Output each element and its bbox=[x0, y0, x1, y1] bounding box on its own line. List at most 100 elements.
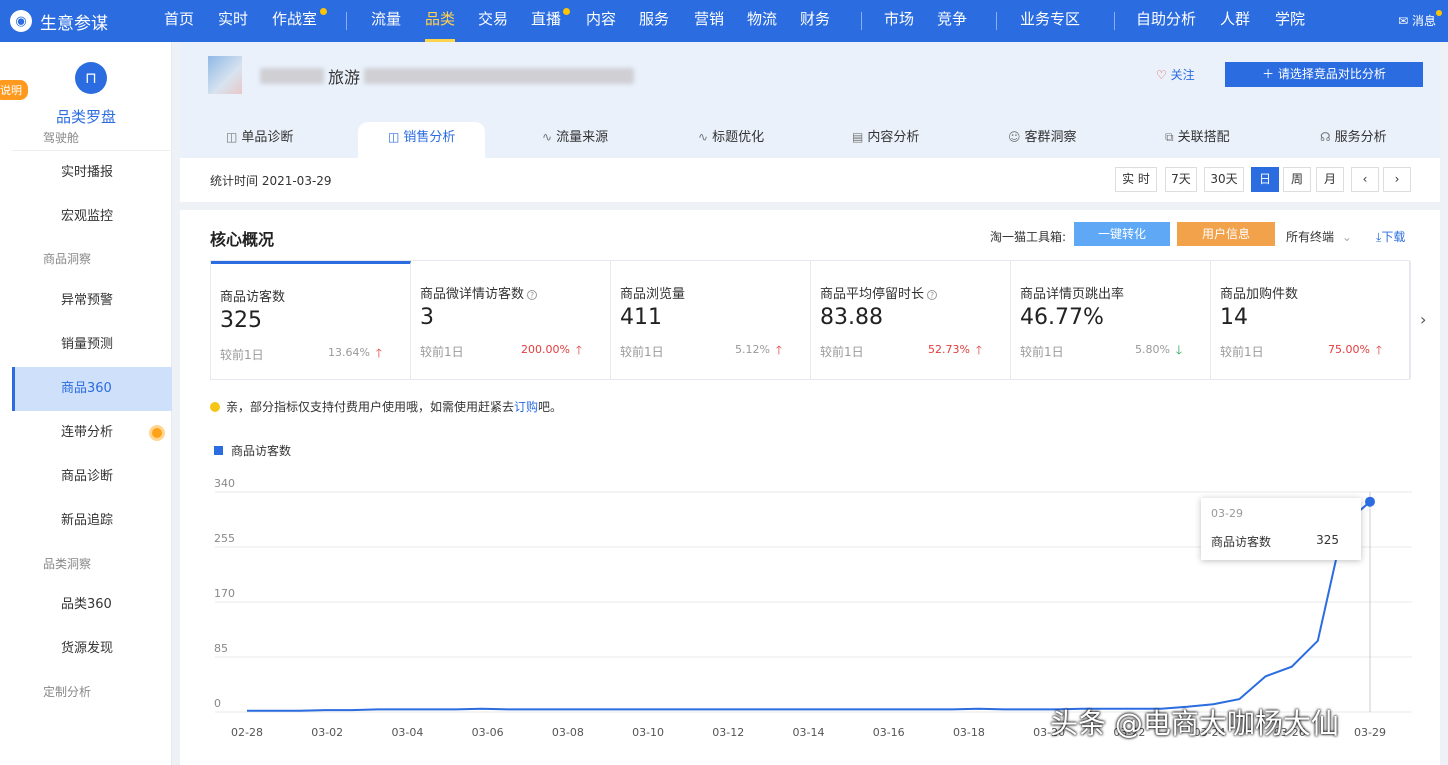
product-thumbnail[interactable] bbox=[208, 56, 242, 94]
arrow-up-icon: 🡑 bbox=[1375, 343, 1382, 357]
nav-item-15[interactable]: 自助分析 bbox=[1136, 0, 1196, 42]
tab-3[interactable]: ∿ 标题优化 bbox=[698, 122, 764, 158]
tab-1[interactable]: ◫ 销售分析 bbox=[358, 122, 486, 158]
watermark: 头条 @电商大咖杨大仙 bbox=[1050, 707, 1339, 740]
sidebar-item[interactable]: 品类360 bbox=[12, 583, 172, 627]
y-tick-label: 0 bbox=[214, 697, 221, 710]
nav-item-16[interactable]: 人群 bbox=[1220, 0, 1250, 42]
metric-change: 5.80% bbox=[1135, 343, 1170, 356]
sidebar-item-label: 新品追踪 bbox=[61, 513, 114, 528]
sidebar-item[interactable]: 商品诊断 bbox=[12, 455, 172, 499]
app-logo[interactable]: ◉ 生意参谋 bbox=[10, 0, 108, 42]
nav-item-3[interactable]: 流量 bbox=[371, 0, 401, 42]
sidebar-item-label: 品类360 bbox=[61, 597, 112, 612]
time-button[interactable]: 月 bbox=[1316, 167, 1344, 192]
info-icon bbox=[210, 401, 220, 412]
sidebar-item[interactable]: 货源发现 bbox=[12, 627, 172, 671]
download-link[interactable]: ⤓下载 bbox=[1376, 228, 1405, 245]
sidebar-item[interactable]: 异常预警 bbox=[12, 279, 172, 323]
sidebar-item[interactable]: 新品追踪 bbox=[12, 499, 172, 543]
terminal-select[interactable]: 所有终端 ⌄ bbox=[1286, 228, 1352, 245]
nav-dot bbox=[320, 8, 327, 15]
question-icon[interactable]: ? bbox=[927, 290, 938, 300]
metric-card[interactable]: 商品微详情访客数? 3 较前1日 200.00% 🡑 bbox=[411, 261, 611, 379]
metric-card[interactable]: 商品访客数 325 较前1日 13.64% 🡑 bbox=[211, 261, 411, 379]
time-button[interactable]: ‹ bbox=[1351, 167, 1379, 192]
nav-item-1[interactable]: 实时 bbox=[218, 0, 248, 42]
nav-item-13[interactable]: 竞争 bbox=[937, 0, 967, 42]
metric-value: 411 bbox=[620, 305, 662, 330]
message-label: 消息 bbox=[1411, 14, 1436, 28]
nav-item-6[interactable]: 直播 bbox=[531, 0, 561, 42]
subscribe-link[interactable]: 订购 bbox=[514, 398, 538, 415]
main-content: 旅游 ♡ 关注 ＋ 请选择竞品对比分析 ◫ 单品诊断 ◫ 销售分析 ∿ 流量来源 ∿ 标题优化… bbox=[172, 42, 1448, 765]
tab-6[interactable]: ⧉ 关联搭配 bbox=[1165, 122, 1230, 158]
notice-text: 亲，部分指标仅支持付费用户使用哦，如需使用赶紧去 bbox=[226, 400, 515, 414]
sidebar-category: 驾驶舱 bbox=[43, 131, 80, 145]
compare-button[interactable]: ＋ 请选择竞品对比分析 bbox=[1225, 62, 1423, 87]
follow-button[interactable]: ♡ 关注 bbox=[1156, 66, 1195, 83]
sidebar-item-label: 商品诊断 bbox=[61, 469, 114, 484]
x-tick-label: 03-10 bbox=[632, 726, 664, 739]
message-dot bbox=[1436, 10, 1442, 16]
nav-item-12[interactable]: 市场 bbox=[884, 0, 914, 42]
tab-4[interactable]: ▤ 内容分析 bbox=[852, 122, 919, 158]
metric-card[interactable]: 商品平均停留时长? 83.88 较前1日 52.73% 🡑 bbox=[811, 261, 1011, 379]
tab-5[interactable]: ☺ 客群洞察 bbox=[1008, 122, 1077, 158]
message-button[interactable]: ✉ 消息 bbox=[1398, 10, 1442, 29]
sidebar-item[interactable]: 宏观监控 bbox=[12, 195, 172, 239]
nav-item-5[interactable]: 交易 bbox=[478, 0, 508, 42]
metric-card[interactable]: 商品详情页跳出率 46.77% 较前1日 5.80% 🡓 bbox=[1011, 261, 1211, 379]
sidebar-item[interactable]: 销量预测 bbox=[12, 323, 172, 367]
data-point[interactable] bbox=[1365, 496, 1375, 507]
tab-7[interactable]: ☊ 服务分析 bbox=[1320, 122, 1387, 158]
nav-item-2[interactable]: 作战室 bbox=[272, 0, 317, 42]
y-tick-label: 170 bbox=[214, 587, 235, 600]
x-tick-label: 03-29 bbox=[1354, 726, 1386, 739]
time-button[interactable]: 30天 bbox=[1204, 167, 1244, 192]
metric-card[interactable]: 商品加购件数 14 较前1日 75.00% 🡑 bbox=[1211, 261, 1411, 379]
time-button[interactable]: › bbox=[1383, 167, 1411, 192]
nav-item-9[interactable]: 营销 bbox=[694, 0, 724, 42]
tab-icon: ◫ bbox=[388, 130, 400, 144]
stats-time-row: 统计时间 2021-03-29 实 时 7天 30天日周月 ‹ › bbox=[180, 158, 1440, 202]
arrow-up-icon: 🡑 bbox=[975, 343, 982, 357]
bag-icon: ⊓ bbox=[75, 62, 107, 94]
stat-time: 统计时间 2021-03-29 bbox=[210, 174, 332, 188]
chart-legend[interactable]: 商品访客数 bbox=[214, 442, 291, 459]
metric-compare-label: 较前1日 bbox=[620, 345, 664, 359]
follow-label: 关注 bbox=[1170, 68, 1195, 82]
sidebar-item[interactable]: 连带分析 bbox=[12, 411, 172, 455]
arrow-up-icon: 🡑 bbox=[775, 343, 782, 357]
compare-label: 请选择竞品对比分析 bbox=[1277, 67, 1386, 81]
nav-item-10[interactable]: 物流 bbox=[747, 0, 777, 42]
chevron-right-icon[interactable]: › bbox=[1420, 310, 1426, 329]
nav-item-11[interactable]: 财务 bbox=[800, 0, 830, 42]
time-button[interactable]: 周 bbox=[1283, 167, 1311, 192]
question-icon[interactable]: ? bbox=[527, 290, 538, 300]
sidebar-item[interactable]: 商品360 bbox=[12, 367, 172, 411]
y-tick-label: 340 bbox=[214, 477, 235, 490]
userinfo-button[interactable]: 用户信息 bbox=[1177, 222, 1275, 246]
time-button[interactable]: 实 时 bbox=[1115, 167, 1157, 192]
nav-item-14[interactable]: 业务专区 bbox=[1020, 0, 1080, 42]
nav-dot bbox=[563, 8, 570, 15]
nav-item-17[interactable]: 学院 bbox=[1275, 0, 1305, 42]
nav-item-0[interactable]: 首页 bbox=[164, 0, 194, 42]
sidebar-item[interactable]: 实时播报 bbox=[12, 151, 172, 195]
metric-card[interactable]: 商品浏览量 411 较前1日 5.12% 🡑 bbox=[611, 261, 811, 379]
tab-icon: ▤ bbox=[852, 130, 864, 144]
tab-0[interactable]: ◫ 单品诊断 bbox=[226, 122, 293, 158]
help-badge[interactable]: 说明 bbox=[0, 80, 28, 100]
nav-item-7[interactable]: 内容 bbox=[586, 0, 616, 42]
tab-2[interactable]: ∿ 流量来源 bbox=[542, 122, 608, 158]
convert-button[interactable]: 一键转化 bbox=[1074, 222, 1170, 246]
time-button[interactable]: 日 bbox=[1251, 167, 1279, 192]
metric-compare-label: 较前1日 bbox=[220, 348, 264, 362]
nav-item-4[interactable]: 品类 bbox=[425, 0, 456, 42]
app-title: 生意参谋 bbox=[40, 13, 108, 34]
metric-compare-label: 较前1日 bbox=[820, 345, 864, 359]
time-button[interactable]: 7天 bbox=[1165, 167, 1197, 192]
metric-value: 3 bbox=[420, 305, 434, 330]
nav-item-8[interactable]: 服务 bbox=[639, 0, 669, 42]
